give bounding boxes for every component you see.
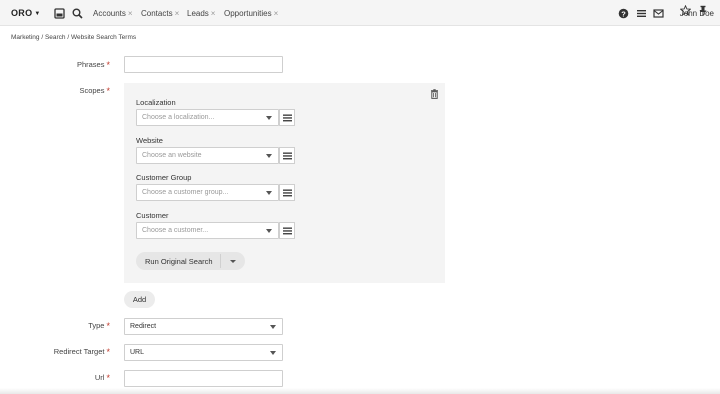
dashboard-icon[interactable] <box>54 8 65 19</box>
customer-group-list-button[interactable] <box>279 184 295 201</box>
app-logo[interactable]: ORO ▼ <box>11 8 41 18</box>
bottom-shadow <box>0 388 720 394</box>
trash-icon[interactable] <box>430 89 439 99</box>
chevron-down-icon <box>270 325 276 329</box>
chevron-down-icon[interactable] <box>230 260 236 263</box>
phrases-input[interactable] <box>124 56 283 73</box>
svg-text:?: ? <box>621 9 626 18</box>
mail-icon[interactable] <box>653 8 664 19</box>
type-select[interactable]: Redirect <box>124 318 283 335</box>
close-icon[interactable]: × <box>211 9 216 18</box>
localization-select[interactable]: Choose a localization... <box>136 109 279 126</box>
nav-tab-accounts[interactable]: Accounts × <box>93 9 133 18</box>
chevron-down-icon <box>266 229 272 233</box>
logo-chevron-down-icon: ▼ <box>34 11 41 17</box>
close-icon[interactable]: × <box>128 9 133 18</box>
required-marker: * <box>106 321 110 331</box>
customer-group-label: Customer Group <box>136 173 192 182</box>
nav-tab-contacts[interactable]: Contacts × <box>141 9 179 18</box>
customer-label: Customer <box>136 211 169 220</box>
nav-tab-opportunities[interactable]: Opportunities × <box>224 9 278 18</box>
list-icon <box>283 227 292 235</box>
redirect-target-label: Redirect Target * <box>53 347 110 357</box>
required-marker: * <box>106 373 110 383</box>
type-label: Type * <box>88 321 110 331</box>
list-icon <box>283 152 292 160</box>
website-list-button[interactable] <box>279 147 295 164</box>
chevron-down-icon <box>270 351 276 355</box>
chevron-down-icon <box>266 191 272 195</box>
customer-group-select[interactable]: Choose a customer group... <box>136 184 279 201</box>
phrases-label: Phrases * <box>76 60 110 70</box>
website-select[interactable]: Choose an website <box>136 147 279 164</box>
required-marker: * <box>106 86 110 96</box>
customer-list-button[interactable] <box>279 222 295 239</box>
url-label: Url * <box>94 373 110 383</box>
add-scope-button[interactable]: Add <box>124 291 155 308</box>
help-icon[interactable]: ? <box>618 8 629 19</box>
chevron-down-icon <box>266 154 272 158</box>
button-divider <box>220 254 221 268</box>
breadcrumb: Marketing / Search / Website Search Term… <box>11 34 137 41</box>
pin-icon[interactable] <box>698 5 708 16</box>
required-marker: * <box>106 347 110 357</box>
close-icon[interactable]: × <box>175 9 180 18</box>
top-navigation-bar: ORO ▼ Accounts × Contacts × Leads × Opportun… <box>0 0 720 26</box>
menu-icon[interactable] <box>636 8 647 19</box>
website-label: Website <box>136 136 163 145</box>
run-original-search-button[interactable]: Run Original Search <box>136 252 245 270</box>
localization-label: Localization <box>136 98 176 107</box>
list-icon <box>283 189 292 197</box>
run-original-search-label: Run Original Search <box>145 257 213 266</box>
url-input[interactable] <box>124 370 283 387</box>
required-marker: * <box>106 60 110 70</box>
nav-tab-leads[interactable]: Leads × <box>187 9 215 18</box>
localization-list-button[interactable] <box>279 109 295 126</box>
page-header: Marketing / Search / Website Search Term… <box>0 27 720 47</box>
scopes-label: Scopes * <box>79 86 110 96</box>
list-icon <box>283 114 292 122</box>
star-icon[interactable] <box>680 5 691 16</box>
search-icon[interactable] <box>72 8 83 19</box>
customer-select[interactable]: Choose a customer... <box>136 222 279 239</box>
chevron-down-icon <box>266 116 272 120</box>
close-icon[interactable]: × <box>274 9 279 18</box>
redirect-target-select[interactable]: URL <box>124 344 283 361</box>
